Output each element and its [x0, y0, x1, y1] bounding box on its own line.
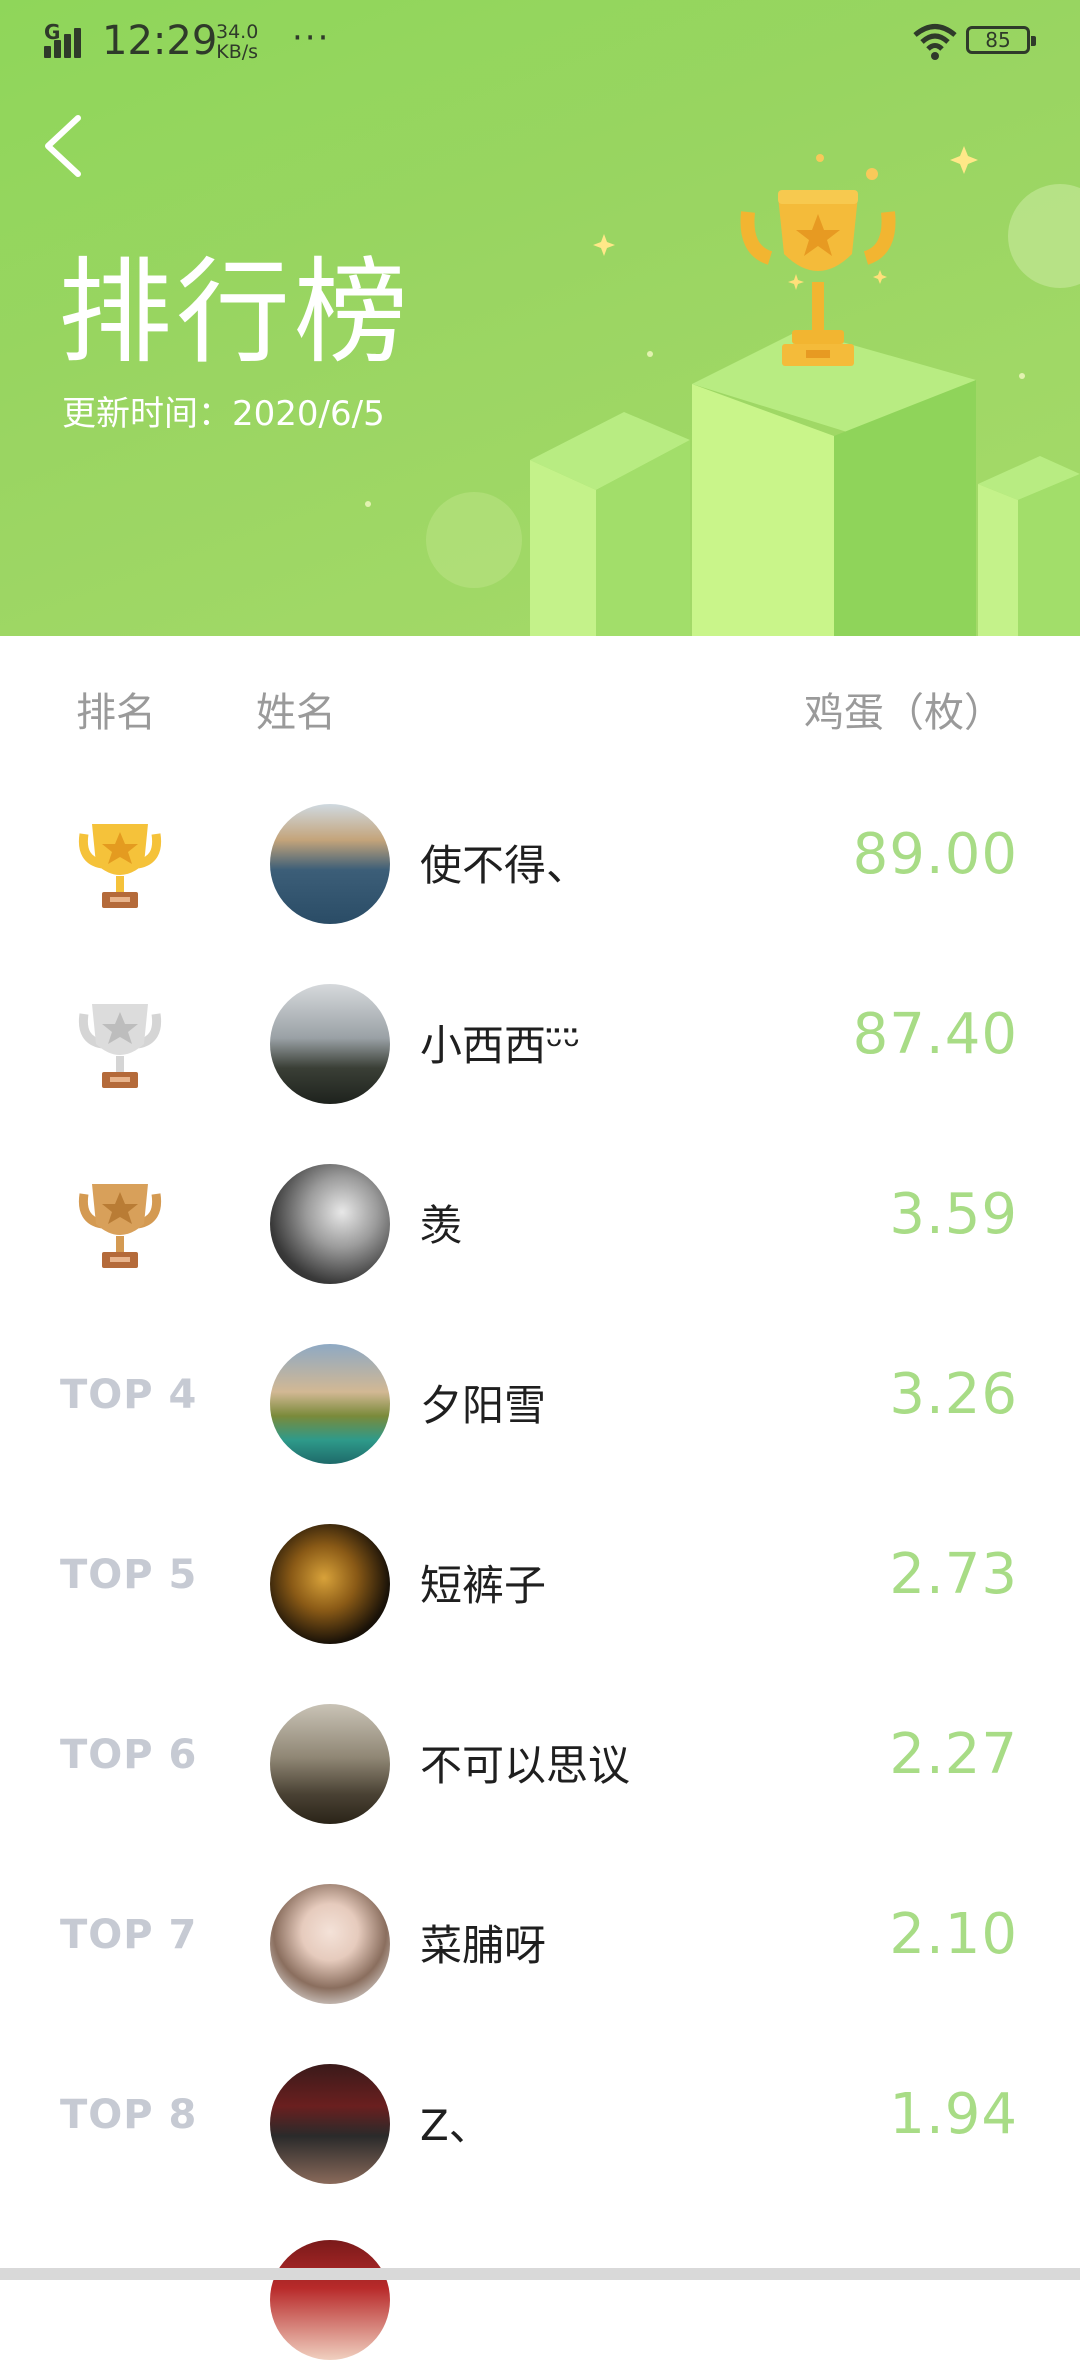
user-name: 羡 — [420, 1201, 463, 1250]
table-row[interactable]: 羡 3.59 — [0, 1130, 1080, 1310]
user-name: 使不得、 — [420, 841, 589, 890]
avatar[interactable] — [270, 804, 390, 924]
table-row[interactable]: 小西西ᵕ̈ᵕ̈ 87.40 — [0, 950, 1080, 1130]
user-name: 夕阳雪 — [420, 1381, 547, 1430]
egg-count: 3.26 — [889, 1362, 1018, 1427]
signal-icon: G — [44, 20, 90, 60]
user-name: 小西西ᵕ̈ᵕ̈ — [420, 1021, 581, 1070]
column-header-name: 姓名 — [256, 690, 336, 736]
egg-count: 3.59 — [889, 1182, 1018, 1247]
avatar[interactable] — [270, 1704, 390, 1824]
user-name: 菜脯呀 — [420, 1921, 547, 1970]
egg-count: 1.94 — [889, 2082, 1018, 2147]
avatar[interactable] — [270, 984, 390, 1104]
status-bar: G 12:29 34.0 KB/s ··· 85 — [0, 0, 1080, 80]
avatar[interactable] — [270, 1524, 390, 1644]
leaderboard-table: 排名 姓名 鸡蛋（枚） 使不得、 89.00 小西西ᵕ̈ᵕ̈ 87.40 羡 3… — [0, 636, 1080, 2360]
trophy-icon — [740, 190, 896, 366]
user-name: 短裤子 — [420, 1561, 547, 1610]
table-header: 排名 姓名 鸡蛋（枚） — [0, 680, 1080, 736]
avatar[interactable] — [270, 2240, 390, 2360]
avatar[interactable] — [270, 1164, 390, 1284]
table-row[interactable]: 使不得、 89.00 — [0, 770, 1080, 950]
avatar[interactable] — [270, 1884, 390, 2004]
gold-trophy-icon — [78, 824, 162, 908]
avatar[interactable] — [270, 1344, 390, 1464]
table-row[interactable]: TOP 6 不可以思议 2.27 — [0, 1670, 1080, 1850]
more-notifications-icon: ··· — [292, 18, 331, 58]
table-row[interactable]: TOP 7 菜脯呀 2.10 — [0, 1850, 1080, 2030]
bronze-trophy-icon — [78, 1184, 162, 1268]
egg-count: 2.73 — [889, 1542, 1018, 1607]
egg-count: 2.10 — [889, 1902, 1018, 1967]
user-name: 不可以思议 — [420, 1741, 631, 1790]
header-banner: G 12:29 34.0 KB/s ··· 85 排行榜 更新时间：2020/6… — [0, 0, 1080, 636]
battery-indicator: 85 — [966, 26, 1036, 54]
rank-label: TOP 4 — [60, 1372, 198, 1418]
table-row[interactable]: TOP 5 短裤子 2.73 — [0, 1490, 1080, 1670]
column-header-rank: 排名 — [76, 690, 156, 736]
update-time: 更新时间：2020/6/5 — [62, 394, 385, 434]
rank-label: TOP 8 — [60, 2092, 198, 2138]
navigation-bar — [0, 2268, 1080, 2280]
table-row[interactable]: TOP 4 夕阳雪 3.26 — [0, 1310, 1080, 1490]
rank-label: TOP 6 — [60, 1732, 198, 1778]
network-speed: 34.0 KB/s — [216, 21, 259, 63]
table-row[interactable]: TOP 8 Z、 1.94 — [0, 2030, 1080, 2210]
avatar[interactable] — [270, 2064, 390, 2184]
silver-trophy-icon — [78, 1004, 162, 1088]
clock: 12:29 — [102, 18, 218, 64]
page-title: 排行榜 — [58, 246, 413, 379]
egg-count: 89.00 — [852, 822, 1018, 887]
rank-label: TOP 7 — [60, 1912, 198, 1958]
column-header-score: 鸡蛋（枚） — [804, 690, 1004, 736]
egg-count: 87.40 — [852, 1002, 1018, 1067]
egg-count: 2.27 — [889, 1722, 1018, 1787]
back-button[interactable] — [36, 108, 96, 184]
user-name: Z、 — [420, 2101, 491, 2150]
rank-label: TOP 5 — [60, 1552, 198, 1598]
wifi-icon — [913, 24, 957, 60]
